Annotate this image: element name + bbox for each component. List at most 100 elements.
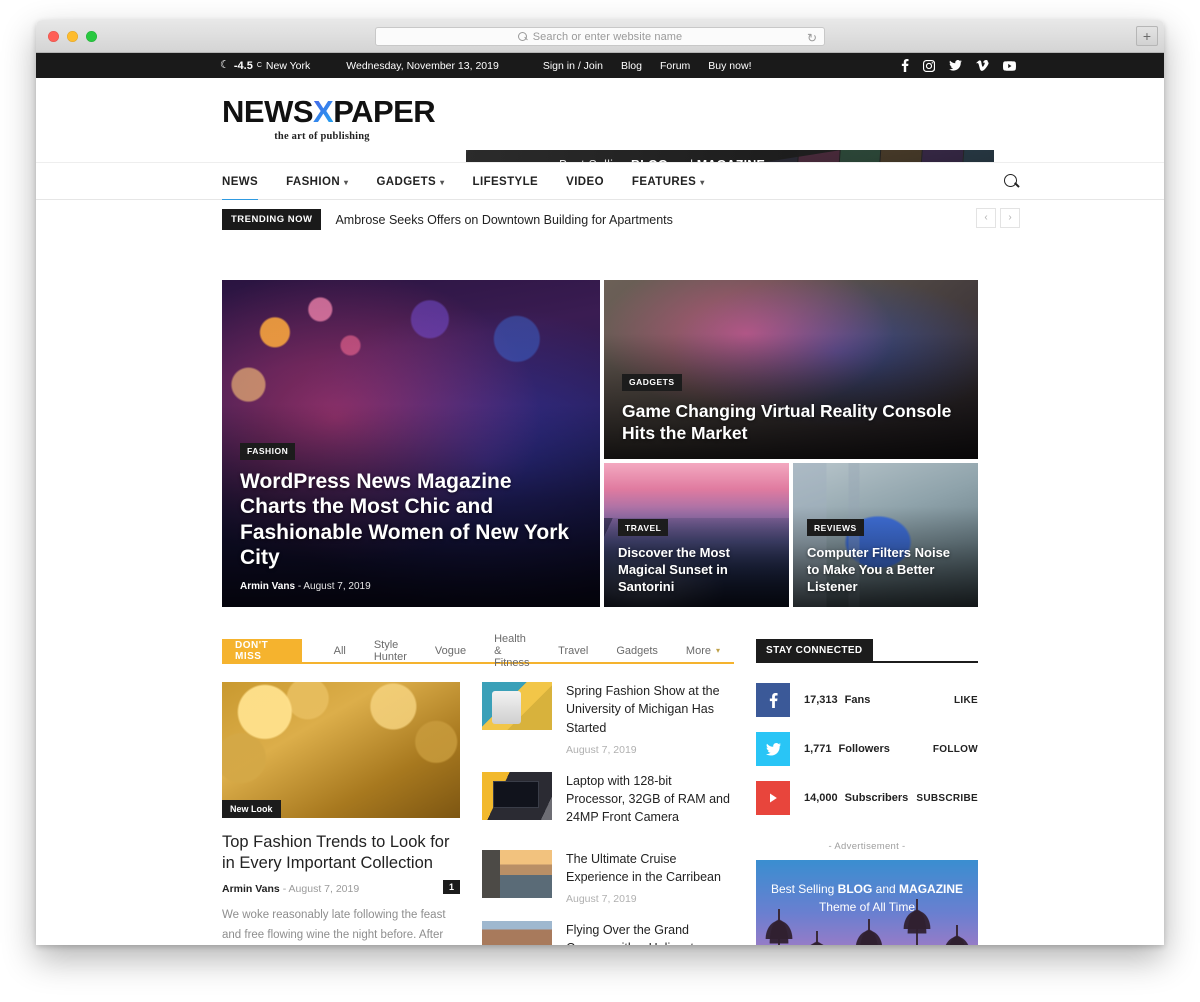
tab-gadgets[interactable]: Gadgets [602,645,672,657]
hero-secondary-title[interactable]: Game Changing Virtual Reality Console Hi… [622,400,960,444]
hero-travel-category-badge[interactable]: TRAVEL [618,519,669,537]
social-row-twitter[interactable]: 1,771 Followers FOLLOW [756,732,978,766]
nav-item-gadgets[interactable]: GADGETS ▾ [362,163,458,201]
top-link-buynow[interactable]: Buy now! [708,60,751,72]
logo-text-news: NEWS [222,94,314,129]
hero-main-card[interactable]: FASHION WordPress News Magazine Charts t… [222,280,600,607]
top-links: Sign in / Join Blog Forum Buy now! [543,60,752,72]
trending-headline[interactable]: Ambrose Seeks Offers on Downtown Buildin… [335,213,672,227]
feature-article-badge[interactable]: New Look [222,800,281,818]
top-social-links [901,59,1016,72]
feature-article-title[interactable]: Top Fashion Trends to Look for in Every … [222,832,460,874]
tab-style-hunter[interactable]: Style Hunter [360,639,421,663]
trending-next-button[interactable]: › [1000,208,1020,228]
search-icon[interactable] [1004,174,1020,190]
nav-item-news[interactable]: NEWS [222,163,272,201]
nav-item-fashion[interactable]: FASHION ▾ [272,163,362,201]
list-item[interactable]: Spring Fashion Show at the University of… [482,682,734,756]
sidebar: STAY CONNECTED 17,313 Fans LIKE 1,771 Fo… [756,639,978,945]
list-item-title[interactable]: Flying Over the Grand Canyon with a Heli… [566,921,734,945]
youtube-subscribe-button[interactable]: SUBSCRIBE [916,793,978,804]
feature-article-meta: Armin Vans - August 7, 2019 1 [222,880,460,895]
feature-article-image: New Look [222,682,460,818]
nav-item-video[interactable]: VIDEO [552,163,618,201]
comment-count-badge[interactable]: 1 [442,880,460,895]
facebook-like-button[interactable]: LIKE [954,695,978,706]
chevron-down-icon: ▾ [440,177,445,187]
sidebar-ad-line1-mid: and [872,882,900,896]
close-window-button[interactable] [48,31,59,42]
temperature-value: -4.5 [233,59,253,72]
nav-label-features: FEATURES [631,176,697,188]
hero-main-category-badge[interactable]: FASHION [240,442,296,460]
content-area: DON'T MISS All Style Hunter Vogue Health… [222,633,978,945]
twitter-follower-label: Followers [838,743,890,755]
sidebar-advertisement[interactable]: Best Selling BLOG and MAGAZINE Theme of … [756,860,978,945]
sidebar-ad-line1-pre: Best Selling [770,882,838,896]
hero-reviews-category-badge[interactable]: REVIEWS [807,519,864,537]
hero-tertiary-card-travel[interactable]: TRAVEL Discover the Most Magical Sunset … [604,463,789,607]
dont-miss-badge: DON'T MISS [222,639,302,662]
trending-bar: TRENDING NOW Ambrose Seeks Offers on Dow… [36,200,1164,242]
trending-prev-button[interactable]: ‹ [976,208,996,228]
list-item-thumbnail [482,771,552,820]
tab-more[interactable]: More ▾ [672,645,734,657]
reload-icon[interactable]: ↻ [807,31,817,45]
new-tab-button[interactable]: + [1136,26,1158,46]
palm-tree-graphic [757,909,801,945]
hero-tertiary-card-reviews[interactable]: REVIEWS Computer Filters Noise to Make Y… [793,463,978,607]
list-item[interactable]: Laptop with 128-bit Processor, 32GB of R… [482,771,734,834]
nav-label-fashion: FASHION [286,176,341,188]
tab-travel[interactable]: Travel [544,645,602,657]
sidebar-ad-magazine: MAGAZINE [899,882,964,896]
list-item-title[interactable]: The Ultimate Cruise Experience in the Ca… [566,850,734,887]
nav-item-features[interactable]: FEATURES ▾ [618,163,719,201]
facebook-icon[interactable] [901,59,909,72]
nav-item-lifestyle[interactable]: LIFESTYLE [459,163,553,201]
youtube-icon[interactable] [1003,60,1016,71]
list-item-title[interactable]: Laptop with 128-bit Processor, 32GB of R… [566,772,734,827]
twitter-follower-count: 1,771 [804,743,832,755]
tab-all[interactable]: All [320,645,360,657]
list-item[interactable]: Flying Over the Grand Canyon with a Heli… [482,921,734,945]
social-row-youtube[interactable]: 14,000 Subscribers SUBSCRIBE [756,781,978,815]
hero-secondary-category-badge[interactable]: GADGETS [622,373,682,391]
weather-widget: ☾ -4.5 C New York [220,60,310,72]
youtube-icon [756,781,790,815]
tab-health-fitness[interactable]: Health & Fitness [480,633,544,669]
maximize-window-button[interactable] [86,31,97,42]
palm-tree-graphic [935,925,978,945]
main-column: DON'T MISS All Style Hunter Vogue Health… [222,633,734,945]
feature-article[interactable]: New Look Top Fashion Trends to Look for … [222,682,460,945]
current-date: Wednesday, November 13, 2019 [346,59,499,72]
twitter-follow-button[interactable]: FOLLOW [933,744,978,755]
top-link-signin[interactable]: Sign in / Join [543,60,603,72]
top-link-forum[interactable]: Forum [660,60,690,72]
minimize-window-button[interactable] [67,31,78,42]
instagram-icon[interactable] [923,59,935,72]
hero-main-title[interactable]: WordPress News Magazine Charts the Most … [240,469,582,571]
address-bar-placeholder: Search or enter website name [532,30,683,43]
list-item-thumbnail [482,849,552,898]
vimeo-icon[interactable] [976,60,989,71]
list-item-title[interactable]: Spring Fashion Show at the University of… [566,682,734,737]
sidebar-ad-blog: BLOG [837,882,873,896]
twitter-icon[interactable] [949,60,962,71]
top-link-blog[interactable]: Blog [621,60,642,72]
tab-vogue[interactable]: Vogue [421,645,480,657]
social-row-facebook[interactable]: 17,313 Fans LIKE [756,683,978,717]
twitter-icon [756,732,790,766]
facebook-fan-label: Fans [844,694,871,706]
hero-main-author[interactable]: Armin Vans [240,581,295,592]
feature-article-author[interactable]: Armin Vans [222,883,280,895]
social-counter-list: 17,313 Fans LIKE 1,771 Followers FOLLOW [756,683,978,815]
hero-secondary-card[interactable]: GADGETS Game Changing Virtual Reality Co… [604,280,978,459]
page-viewport: ☾ -4.5 C New York Wednesday, November 13… [36,53,1164,945]
chevron-down-icon: ▾ [700,177,705,187]
hero-travel-title[interactable]: Discover the Most Magical Sunset in Sant… [618,545,775,596]
list-item[interactable]: The Ultimate Cruise Experience in the Ca… [482,849,734,905]
address-bar[interactable]: Search or enter website name ↻ [375,27,825,46]
window-controls [48,31,97,42]
site-logo[interactable]: NEWSXPAPER the art of publishing [222,94,436,142]
hero-reviews-title[interactable]: Computer Filters Noise to Make You a Bet… [807,545,964,596]
